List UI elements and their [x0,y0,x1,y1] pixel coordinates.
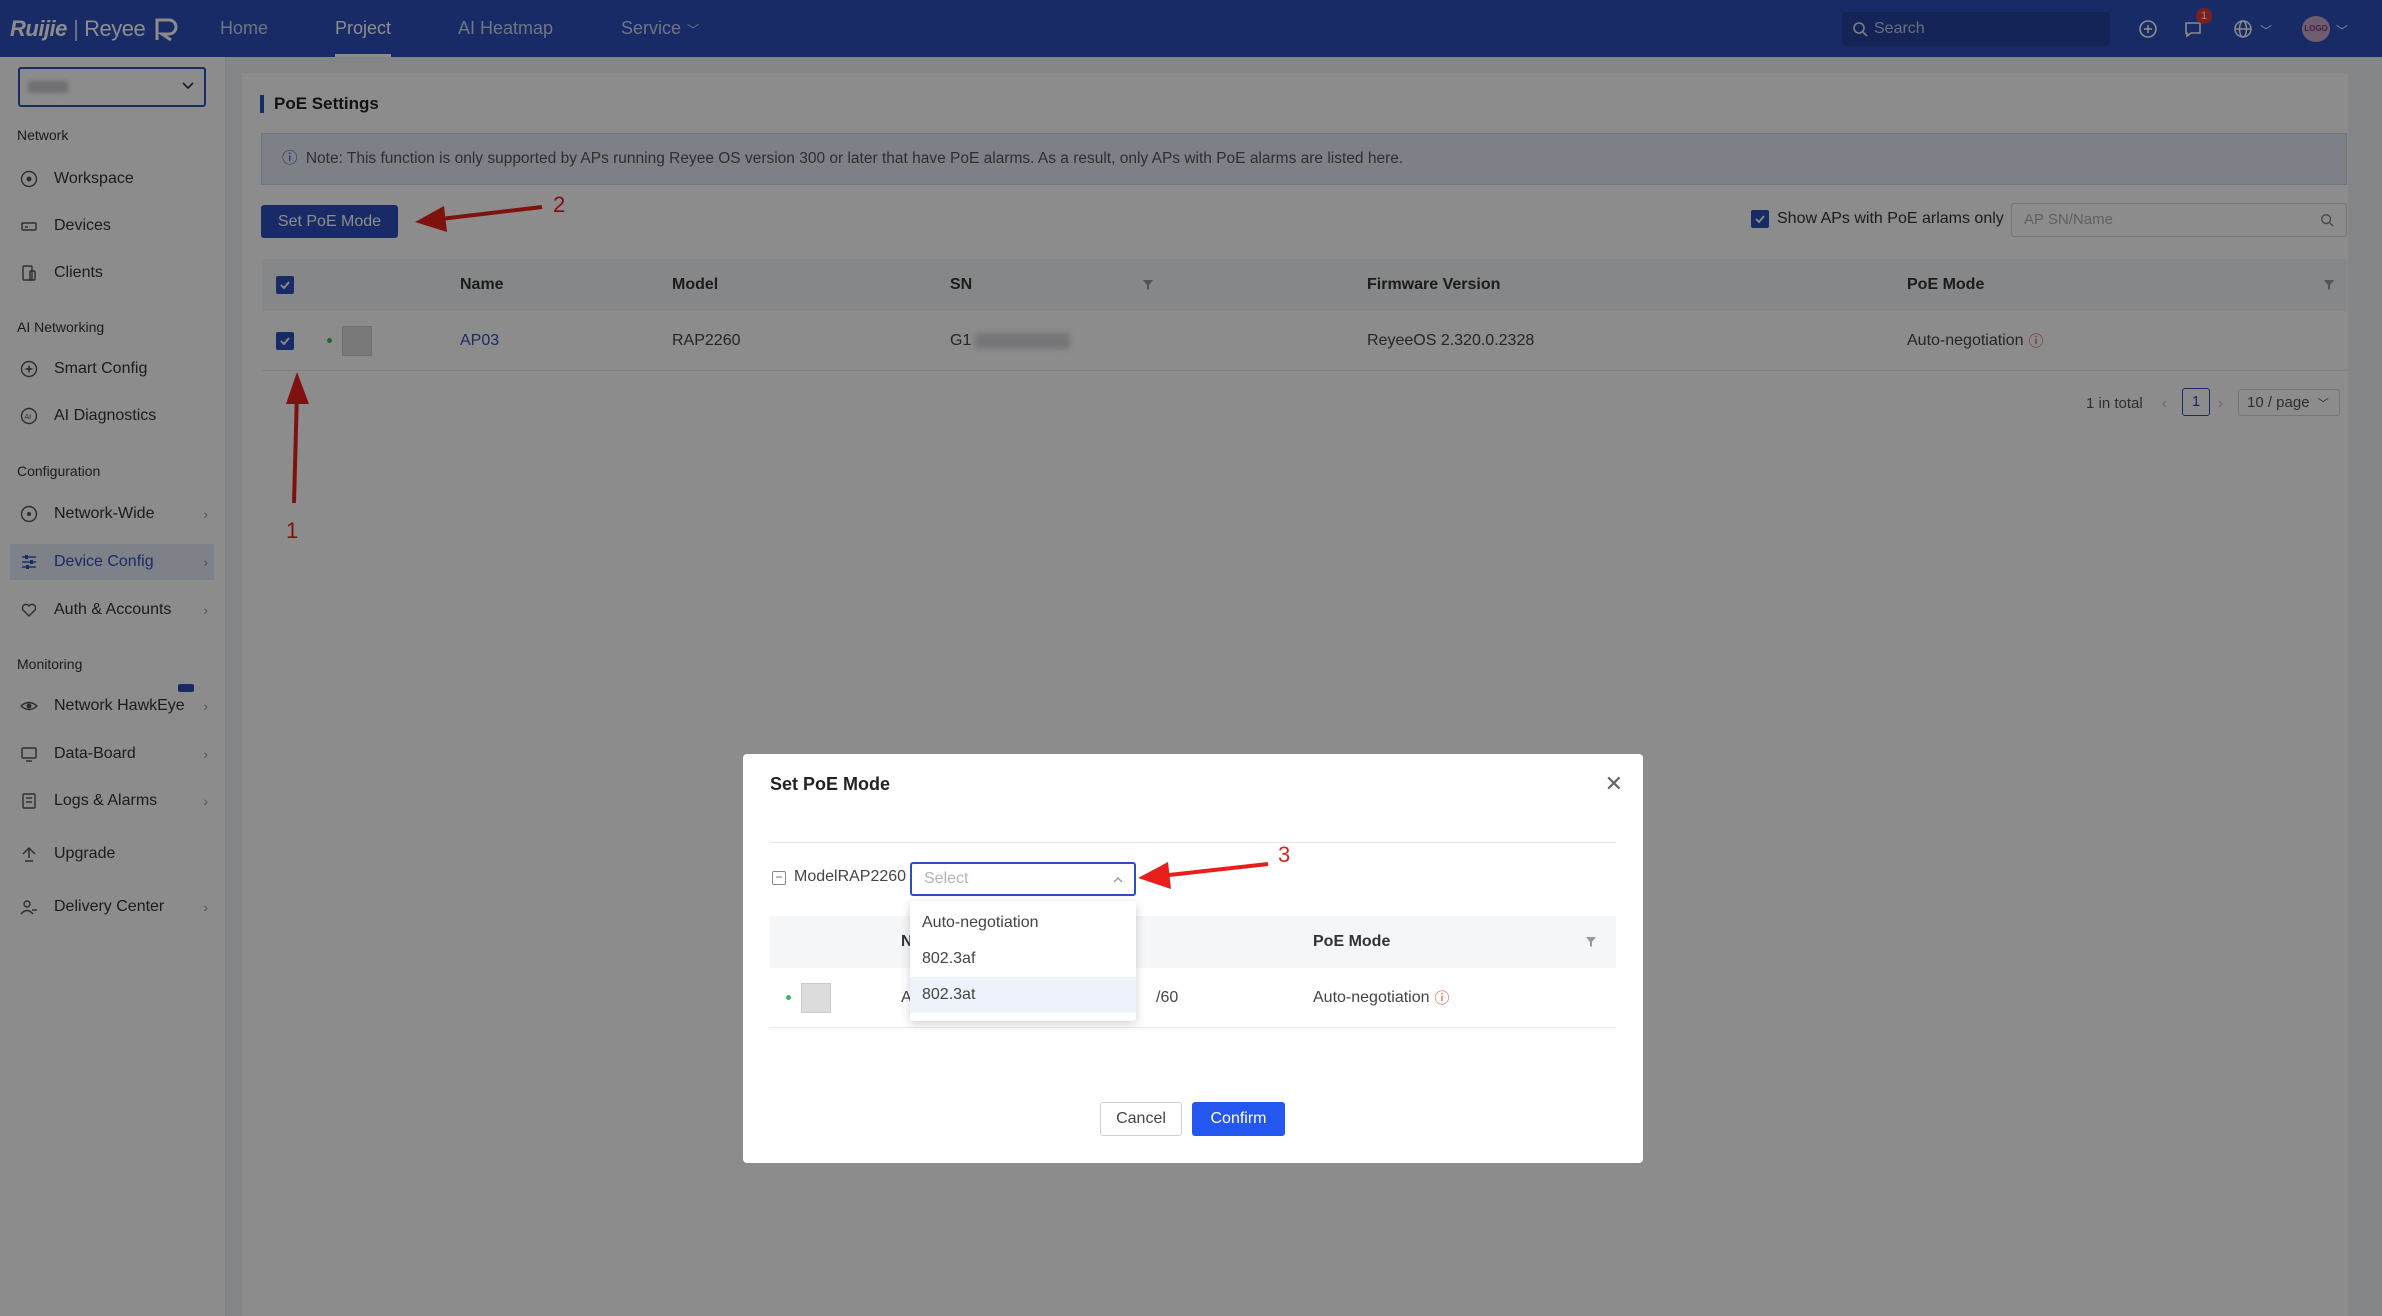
annotation-label-3: 3 [1278,842,1291,867]
filter-icon[interactable] [1585,936,1597,948]
device-thumbnail [801,982,831,1013]
option-802-3af[interactable]: 802.3af [910,941,1136,977]
poe-mode-dropdown: Auto-negotiation 802.3af 802.3at [910,901,1136,1021]
dialog-device-status [786,968,831,1027]
dialog-device-poe-mode: Auto-negotiation ⓘ [1313,968,1450,1027]
dialog-table-header: N PoE Mode [770,916,1616,968]
warning-icon[interactable]: ⓘ [1435,987,1450,1008]
dialog-column-header-poe-mode: PoE Mode [1313,933,1391,950]
close-icon[interactable]: ✕ [1605,773,1623,795]
dialog-table-row: A /60 Auto-negotiation ⓘ [770,968,1616,1028]
poe-mode-select-placeholder: Select [924,870,969,887]
collapse-icon[interactable]: − [772,871,786,885]
option-802-3at[interactable]: 802.3at [910,977,1136,1013]
confirm-button[interactable]: Confirm [1192,1102,1285,1136]
dialog-poe-mode-text: Auto-negotiation [1313,988,1430,1006]
chevron-up-icon [1113,877,1123,883]
dialog-device-model: /60 [1156,988,1179,1006]
set-poe-mode-dialog: Set PoE Mode ✕ − ModelRAP2260 Select N P… [743,754,1643,1163]
dialog-title: Set PoE Mode [770,774,891,794]
cancel-button[interactable]: Cancel [1100,1102,1182,1136]
poe-mode-select[interactable]: Select [910,862,1136,896]
online-status-dot [786,995,791,1000]
option-auto-negotiation[interactable]: Auto-negotiation [910,905,1136,941]
model-group-label: ModelRAP2260 [794,868,907,885]
divider [770,842,1616,843]
